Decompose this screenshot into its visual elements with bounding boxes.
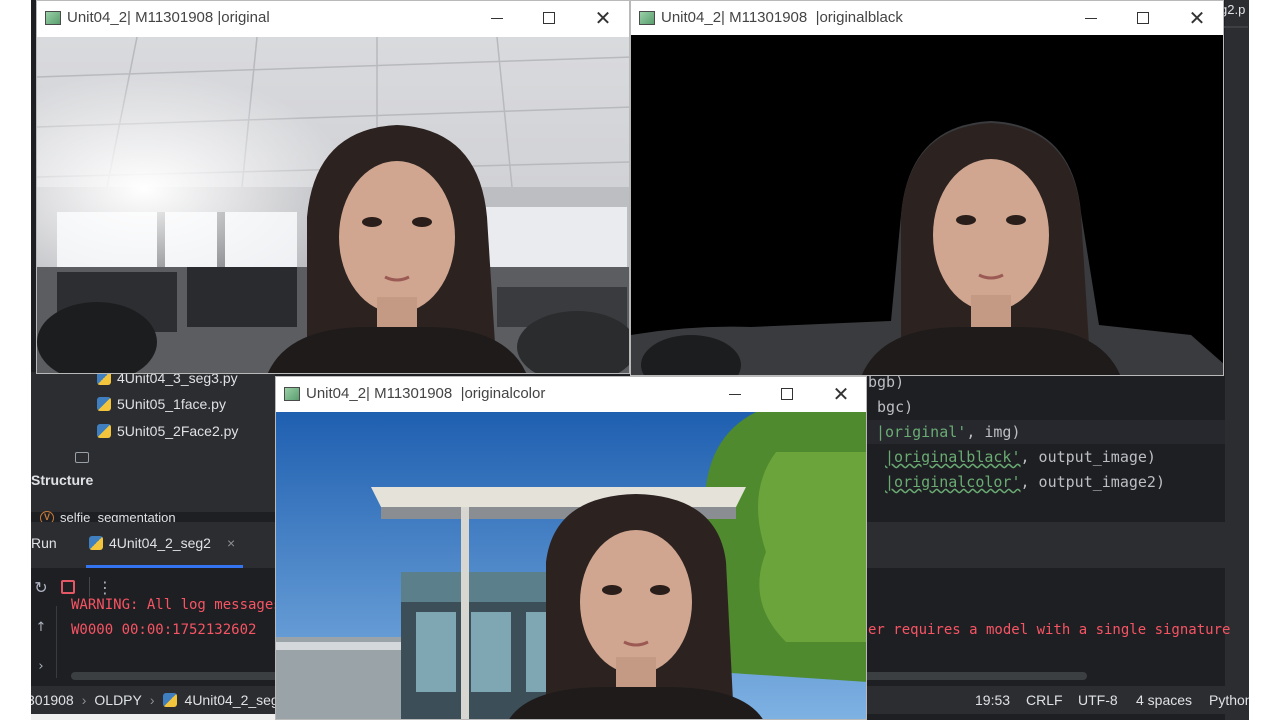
maximize-button[interactable] (775, 382, 799, 406)
cursor-position[interactable]: 19:53 (975, 686, 1010, 714)
maximize-button[interactable] (537, 6, 561, 30)
tree-file-label: 5Unit05_1face.py (117, 396, 226, 412)
code-string: |originalblack' (885, 448, 1021, 466)
project-tree: 4Unit04_3_seg3.py 5Unit05_1face.py 5Unit… (31, 370, 275, 512)
stop-icon (61, 580, 75, 594)
minimize-button[interactable] (485, 6, 509, 30)
code-line[interactable]: |originalcolor', output_image2) (876, 473, 1165, 491)
minimize-button[interactable] (723, 382, 747, 406)
close-button[interactable]: ✕ (1185, 6, 1209, 30)
code-line[interactable]: |originalblack', output_image) (876, 448, 1156, 466)
close-button[interactable]: ✕ (591, 6, 615, 30)
window-originalcolor[interactable]: Unit04_2| M11301908 |originalcolor ✕ (275, 376, 867, 720)
stop-button[interactable] (58, 577, 78, 597)
window-title: Unit04_2| M11301908 |originalcolor (306, 385, 546, 402)
window-titlebar[interactable]: Unit04_2| M11301908 |originalblack ✕ (631, 1, 1223, 35)
person-on-building-background (276, 412, 866, 719)
close-tab-icon[interactable]: × (227, 535, 235, 551)
window-originalblack[interactable]: Unit04_2| M11301908 |originalblack ✕ (630, 0, 1224, 376)
tree-folder-item[interactable] (75, 446, 95, 468)
more-options-icon[interactable]: ⋮ (95, 577, 115, 597)
toolbar-divider (89, 577, 90, 597)
run-tab-label: 4Unit04_2_seg2 (109, 535, 211, 551)
file-encoding[interactable]: UTF-8 (1078, 686, 1118, 714)
chevron-right-icon: › (81, 692, 87, 708)
close-icon: ✕ (594, 6, 612, 30)
maximize-button[interactable] (1131, 6, 1155, 30)
breadcrumb-item[interactable]: 301908 (31, 692, 74, 708)
code-text: , output_image2) (1020, 473, 1166, 491)
code-string: |original' (876, 423, 967, 441)
structure-panel-title: Structure (31, 472, 94, 488)
segmented-frame-black (631, 35, 1223, 375)
minimize-icon (729, 393, 741, 395)
breadcrumb-item[interactable]: OLDPY (94, 692, 141, 708)
maximize-icon (543, 12, 555, 24)
minimize-icon (1085, 17, 1097, 19)
window-original[interactable]: Unit04_2| M11301908 |original ✕ (36, 0, 630, 374)
code-text: , img) (966, 423, 1021, 441)
close-icon: ✕ (832, 382, 850, 406)
language-mode[interactable]: Python (1209, 686, 1249, 714)
segmented-frame-color-background (276, 412, 866, 719)
python-run-icon (89, 536, 103, 550)
rerun-icon[interactable]: ↻ (31, 577, 51, 597)
code-string: |originalcolor' (885, 473, 1021, 491)
expand-icon[interactable]: › (31, 656, 51, 676)
run-tab[interactable]: 4Unit04_2_seg2 × (89, 535, 235, 551)
app-icon (45, 11, 61, 25)
minimize-button[interactable] (1079, 6, 1103, 30)
code-line[interactable]: bgc) (868, 398, 913, 416)
tab-underline (1220, 26, 1248, 28)
window-titlebar[interactable]: Unit04_2| M11301908 |original ✕ (37, 1, 629, 35)
maximize-icon (781, 388, 793, 400)
minimize-icon (491, 17, 503, 19)
office-scene-with-person (37, 37, 629, 373)
folder-icon (75, 451, 89, 463)
window-title: Unit04_2| M11301908 |originalblack (661, 9, 903, 26)
console-log-line: W0000 00:00:1752132602 (71, 622, 257, 638)
python-file-icon (162, 693, 177, 707)
tree-file-label: 5Unit05_2Face2.py (117, 423, 239, 439)
code-line[interactable]: |original', img) (876, 423, 1021, 441)
app-icon (639, 11, 655, 25)
webcam-frame-original (37, 37, 629, 373)
python-file-icon (97, 424, 111, 438)
console-log-line-end: er requires a model with a single signat… (868, 622, 1231, 638)
window-title: Unit04_2| M11301908 |original (67, 9, 270, 26)
tree-file-item[interactable]: 5Unit05_1face.py (97, 393, 226, 415)
app-icon (284, 387, 300, 401)
window-titlebar[interactable]: Unit04_2| M11301908 |originalcolor ✕ (276, 377, 866, 411)
code-text: bgc) (868, 398, 914, 416)
person-on-black-background (631, 35, 1223, 375)
breadcrumb: 301908 › OLDPY › 4Unit04_2_seg2.py (31, 686, 305, 714)
close-icon: ✕ (1188, 6, 1206, 30)
maximize-icon (1137, 12, 1149, 24)
editor-scroll-strip[interactable] (1225, 0, 1249, 720)
run-panel-title: Run (31, 535, 57, 551)
python-file-icon (97, 397, 111, 411)
tree-file-item[interactable]: 5Unit05_2Face2.py (97, 420, 238, 442)
code-text: , output_image) (1020, 448, 1156, 466)
close-button[interactable]: ✕ (829, 382, 853, 406)
scroll-up-icon[interactable]: ↑ (31, 617, 51, 637)
indent-setting[interactable]: 4 spaces (1136, 686, 1192, 714)
chevron-right-icon: › (149, 692, 155, 708)
line-separator[interactable]: CRLF (1026, 686, 1063, 714)
